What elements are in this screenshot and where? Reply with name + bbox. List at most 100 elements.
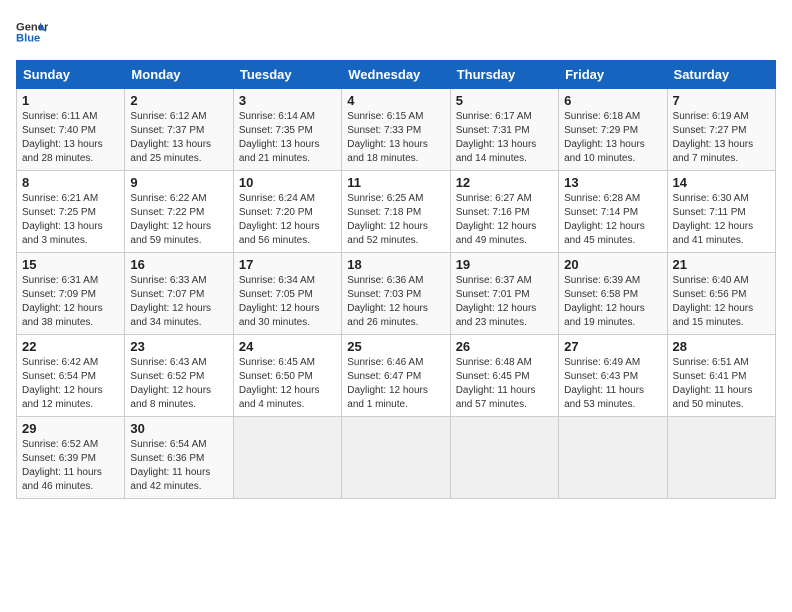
day-number: 17 [239,257,336,272]
week-row-5: 29 Sunrise: 6:52 AM Sunset: 6:39 PM Dayli… [17,417,776,499]
week-row-1: 1 Sunrise: 6:11 AM Sunset: 7:40 PM Daylig… [17,89,776,171]
day-info: Sunrise: 6:45 AM Sunset: 6:50 PM Dayligh… [239,356,336,412]
calendar-cell: 18 Sunrise: 6:36 AM Sunset: 7:03 PM Dayli… [342,253,450,335]
calendar-cell: 6 Sunrise: 6:18 AM Sunset: 7:29 PM Daylig… [559,89,667,171]
calendar-cell: 22Sunrise: 6:42 AM Sunset: 6:54 PM Dayli… [17,335,125,417]
day-number: 20 [564,257,661,272]
day-info: Sunrise: 6:17 AM Sunset: 7:31 PM Dayligh… [456,110,553,166]
day-info: Sunrise: 6:11 AM Sunset: 7:40 PM Dayligh… [22,110,119,166]
day-info: Sunrise: 6:28 AM Sunset: 7:14 PM Dayligh… [564,192,661,248]
calendar-cell: 14 Sunrise: 6:30 AM Sunset: 7:11 PM Dayli… [667,171,775,253]
calendar-cell: 8 Sunrise: 6:21 AM Sunset: 7:25 PM Daylig… [17,171,125,253]
calendar-cell [559,417,667,499]
day-info: Sunrise: 6:21 AM Sunset: 7:25 PM Dayligh… [22,192,119,248]
calendar-cell: 26 Sunrise: 6:48 AM Sunset: 6:45 PM Dayli… [450,335,558,417]
day-info: Sunrise: 6:12 AM Sunset: 7:37 PM Dayligh… [130,110,227,166]
day-number: 28 [673,339,770,354]
week-row-4: 22Sunrise: 6:42 AM Sunset: 6:54 PM Dayli… [17,335,776,417]
logo: General Blue [16,16,48,48]
weekday-header-saturday: Saturday [667,61,775,89]
day-info: Sunrise: 6:15 AM Sunset: 7:33 PM Dayligh… [347,110,444,166]
calendar-cell: 19 Sunrise: 6:37 AM Sunset: 7:01 PM Dayli… [450,253,558,335]
weekday-header-wednesday: Wednesday [342,61,450,89]
day-info: Sunrise: 6:54 AM Sunset: 6:36 PM Dayligh… [130,438,227,494]
day-number: 30 [130,421,227,436]
calendar-cell: 2 Sunrise: 6:12 AM Sunset: 7:37 PM Daylig… [125,89,233,171]
calendar-cell: 4 Sunrise: 6:15 AM Sunset: 7:33 PM Daylig… [342,89,450,171]
calendar-cell: 23Sunrise: 6:43 AM Sunset: 6:52 PM Dayli… [125,335,233,417]
day-info: Sunrise: 6:31 AM Sunset: 7:09 PM Dayligh… [22,274,119,330]
day-number: 8 [22,175,119,190]
day-number: 7 [673,93,770,108]
weekday-header-monday: Monday [125,61,233,89]
header: General Blue [16,16,776,48]
day-info: Sunrise: 6:24 AM Sunset: 7:20 PM Dayligh… [239,192,336,248]
day-number: 1 [22,93,119,108]
day-info: Sunrise: 6:27 AM Sunset: 7:16 PM Dayligh… [456,192,553,248]
calendar-cell: 28 Sunrise: 6:51 AM Sunset: 6:41 PM Dayli… [667,335,775,417]
calendar-cell: 30 Sunrise: 6:54 AM Sunset: 6:36 PM Dayli… [125,417,233,499]
calendar-cell [233,417,341,499]
weekday-header-sunday: Sunday [17,61,125,89]
calendar-cell: 16 Sunrise: 6:33 AM Sunset: 7:07 PM Dayli… [125,253,233,335]
calendar-cell: 9Sunrise: 6:22 AM Sunset: 7:22 PM Daylig… [125,171,233,253]
day-info: Sunrise: 6:34 AM Sunset: 7:05 PM Dayligh… [239,274,336,330]
logo-icon: General Blue [16,16,48,48]
week-row-2: 8 Sunrise: 6:21 AM Sunset: 7:25 PM Daylig… [17,171,776,253]
day-info: Sunrise: 6:46 AM Sunset: 6:47 PM Dayligh… [347,356,444,412]
calendar-cell: 27Sunrise: 6:49 AM Sunset: 6:43 PM Dayli… [559,335,667,417]
calendar-cell: 11Sunrise: 6:25 AM Sunset: 7:18 PM Dayli… [342,171,450,253]
day-number: 29 [22,421,119,436]
day-number: 21 [673,257,770,272]
weekday-header-tuesday: Tuesday [233,61,341,89]
day-info: Sunrise: 6:43 AM Sunset: 6:52 PM Dayligh… [130,356,227,412]
day-info: Sunrise: 6:33 AM Sunset: 7:07 PM Dayligh… [130,274,227,330]
day-number: 22 [22,339,119,354]
day-info: Sunrise: 6:30 AM Sunset: 7:11 PM Dayligh… [673,192,770,248]
day-number: 6 [564,93,661,108]
day-number: 12 [456,175,553,190]
day-info: Sunrise: 6:39 AM Sunset: 6:58 PM Dayligh… [564,274,661,330]
day-info: Sunrise: 6:37 AM Sunset: 7:01 PM Dayligh… [456,274,553,330]
day-info: Sunrise: 6:36 AM Sunset: 7:03 PM Dayligh… [347,274,444,330]
calendar-cell: 24 Sunrise: 6:45 AM Sunset: 6:50 PM Dayli… [233,335,341,417]
day-number: 5 [456,93,553,108]
day-info: Sunrise: 6:51 AM Sunset: 6:41 PM Dayligh… [673,356,770,412]
week-row-3: 15 Sunrise: 6:31 AM Sunset: 7:09 PM Dayli… [17,253,776,335]
day-number: 26 [456,339,553,354]
day-info: Sunrise: 6:48 AM Sunset: 6:45 PM Dayligh… [456,356,553,412]
day-number: 24 [239,339,336,354]
day-number: 13 [564,175,661,190]
svg-text:Blue: Blue [16,33,40,45]
calendar-cell: 3 Sunrise: 6:14 AM Sunset: 7:35 PM Daylig… [233,89,341,171]
weekday-header-thursday: Thursday [450,61,558,89]
weekday-header-friday: Friday [559,61,667,89]
day-number: 14 [673,175,770,190]
day-info: Sunrise: 6:22 AM Sunset: 7:22 PM Dayligh… [130,192,227,248]
day-number: 19 [456,257,553,272]
calendar-cell: 20 Sunrise: 6:39 AM Sunset: 6:58 PM Dayli… [559,253,667,335]
day-info: Sunrise: 6:14 AM Sunset: 7:35 PM Dayligh… [239,110,336,166]
day-number: 16 [130,257,227,272]
day-info: Sunrise: 6:40 AM Sunset: 6:56 PM Dayligh… [673,274,770,330]
calendar-cell [667,417,775,499]
calendar-cell: 13 Sunrise: 6:28 AM Sunset: 7:14 PM Dayli… [559,171,667,253]
day-number: 2 [130,93,227,108]
day-number: 11 [347,175,444,190]
calendar-cell: 7 Sunrise: 6:19 AM Sunset: 7:27 PM Daylig… [667,89,775,171]
day-number: 15 [22,257,119,272]
day-info: Sunrise: 6:52 AM Sunset: 6:39 PM Dayligh… [22,438,119,494]
day-number: 27 [564,339,661,354]
calendar-cell: 10 Sunrise: 6:24 AM Sunset: 7:20 PM Dayli… [233,171,341,253]
day-number: 3 [239,93,336,108]
day-number: 25 [347,339,444,354]
calendar-cell: 29 Sunrise: 6:52 AM Sunset: 6:39 PM Dayli… [17,417,125,499]
day-number: 18 [347,257,444,272]
day-number: 10 [239,175,336,190]
calendar-cell: 1 Sunrise: 6:11 AM Sunset: 7:40 PM Daylig… [17,89,125,171]
calendar-cell: 12 Sunrise: 6:27 AM Sunset: 7:16 PM Dayli… [450,171,558,253]
weekday-header-row: SundayMondayTuesdayWednesdayThursdayFrid… [17,61,776,89]
day-info: Sunrise: 6:19 AM Sunset: 7:27 PM Dayligh… [673,110,770,166]
day-info: Sunrise: 6:18 AM Sunset: 7:29 PM Dayligh… [564,110,661,166]
day-number: 4 [347,93,444,108]
